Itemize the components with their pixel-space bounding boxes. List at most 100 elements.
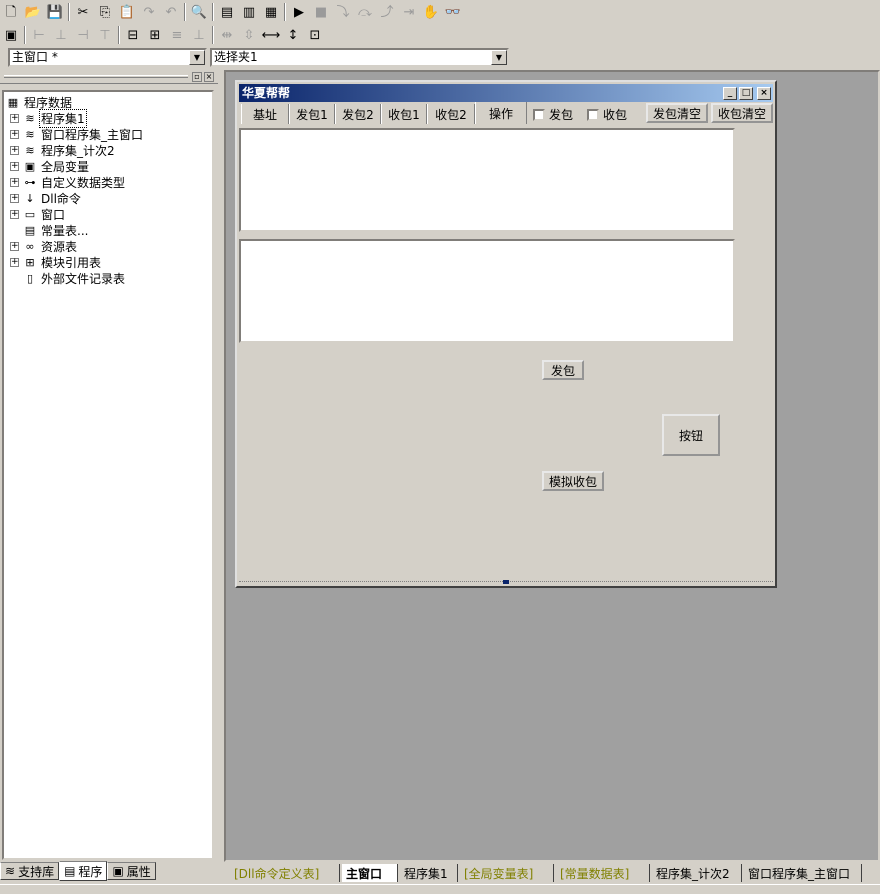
tree-item[interactable]: + ∞ 资源表 — [10, 238, 78, 254]
chevron-down-icon[interactable]: ▼ — [189, 50, 205, 65]
tab-recv1[interactable]: 收包1 — [381, 104, 427, 124]
form-designer-window[interactable]: 华夏帮帮 _ □ × 基址 发包1 发包2 收包1 收包2 操作 发包 收包 发… — [235, 80, 777, 588]
recv-textbox[interactable] — [239, 239, 735, 343]
expand-icon[interactable]: + — [10, 257, 19, 267]
expand-icon[interactable]: + — [10, 161, 19, 171]
send-button[interactable]: 发包 — [542, 360, 584, 380]
tree-item[interactable]: + ⊶ 自定义数据类型 — [10, 174, 126, 190]
simulate-recv-button[interactable]: 模拟收包 — [542, 471, 604, 491]
doc-tab[interactable]: [常量数据表] — [556, 864, 650, 882]
doc-tab[interactable]: [Dll命令定义表] — [230, 864, 340, 882]
step-over-icon[interactable]: ⤼ — [354, 1, 376, 23]
center-h-icon[interactable]: ⊟ — [122, 24, 144, 46]
maximize-icon[interactable]: □ — [739, 87, 753, 100]
clear-send-button[interactable]: 发包清空 — [646, 103, 708, 123]
layout-b-icon[interactable]: ▥ — [238, 1, 260, 23]
new-file-icon[interactable]: 🗋 — [0, 1, 22, 23]
undo-icon[interactable]: ↶ — [160, 1, 182, 23]
tree-item[interactable]: + ⊞ 模块引用表 — [10, 254, 102, 270]
tree-item-label: 窗口程序集_主窗口 — [41, 127, 144, 142]
same-size-icon[interactable]: ⊡ — [304, 24, 326, 46]
tab-send2[interactable]: 发包2 — [335, 104, 381, 124]
resize-handle[interactable] — [503, 580, 509, 584]
save-icon[interactable]: 💾 — [44, 1, 66, 23]
expand-icon[interactable]: + — [10, 193, 19, 203]
doc-tab[interactable]: 程序集1 — [400, 864, 458, 882]
tab-recv2[interactable]: 收包2 — [427, 104, 475, 124]
checkbox-box[interactable] — [533, 108, 545, 121]
panel-grip[interactable] — [4, 75, 188, 78]
align-right-icon[interactable]: ⊣ — [72, 24, 94, 46]
doc-tab[interactable]: [全局变量表] — [460, 864, 554, 882]
stop-icon[interactable]: ■ — [310, 1, 332, 23]
expand-icon[interactable]: + — [10, 241, 19, 251]
copy-icon[interactable]: ⎘ — [94, 1, 116, 23]
watch-icon[interactable]: 👓 — [442, 1, 464, 23]
chevron-down-icon[interactable]: ▼ — [491, 50, 507, 65]
align-top-icon[interactable]: ⊤ — [94, 24, 116, 46]
redo-icon[interactable]: ↷ — [138, 1, 160, 23]
tree-item[interactable]: ▯ 外部文件记录表 — [10, 270, 126, 286]
align-left-icon[interactable]: ⊢ — [28, 24, 50, 46]
window-selector-combo[interactable]: 主窗口 * ▼ — [8, 48, 207, 67]
run-to-cursor-icon[interactable]: ⇥ — [398, 1, 420, 23]
space-v-icon[interactable]: ⇳ — [238, 24, 260, 46]
generic-button[interactable]: 按钮 — [662, 414, 720, 456]
tree-item[interactable]: + ≋ 窗口程序集_主窗口 — [10, 126, 144, 142]
tab-program[interactable]: ▤ 程序 — [59, 861, 108, 881]
tree-item[interactable]: + ↓ Dll命令 — [10, 190, 82, 206]
expand-icon[interactable]: + — [10, 145, 19, 155]
recv-checkbox[interactable]: 收包 — [587, 106, 627, 123]
open-folder-icon[interactable]: 📂 — [22, 1, 44, 23]
expand-icon[interactable]: + — [10, 113, 19, 123]
cut-icon[interactable]: ✂ — [72, 1, 94, 23]
doc-tab[interactable]: 程序集_计次2 — [652, 864, 742, 882]
close-icon[interactable]: × — [204, 72, 214, 82]
tab-base-address[interactable]: 基址 — [241, 104, 289, 124]
step-into-icon[interactable]: ⤵ — [332, 1, 354, 23]
expand-icon[interactable]: + — [10, 209, 19, 219]
expand-icon[interactable]: + — [10, 129, 19, 139]
step-out-icon[interactable]: ⤴ — [376, 1, 398, 23]
button-label: 发包 — [550, 363, 575, 378]
tree-item[interactable]: + ▭ 窗口 — [10, 206, 66, 222]
tab-properties[interactable]: ▣ 属性 — [107, 862, 156, 880]
space-h-icon[interactable]: ⇹ — [216, 24, 238, 46]
tab-operation[interactable]: 操作 — [475, 102, 527, 124]
same-width-icon[interactable]: ⟷ — [260, 24, 282, 46]
tree-item[interactable]: + ≋ 程序集_计次2 — [10, 142, 116, 158]
align-center-icon[interactable]: ⊥ — [50, 24, 72, 46]
tree-item[interactable]: + ≋ 程序集1 — [10, 108, 87, 128]
layout-a-icon[interactable]: ▤ — [216, 1, 238, 23]
checkbox-box[interactable] — [587, 108, 599, 121]
send-textbox[interactable] — [239, 128, 735, 232]
tab-send1[interactable]: 发包1 — [289, 104, 335, 124]
tree-root[interactable]: ▦ 程序数据 — [6, 94, 73, 110]
send-checkbox[interactable]: 发包 — [533, 106, 573, 123]
doc-tab-label: 主窗口 — [346, 866, 383, 881]
tree-item[interactable]: + ▣ 全局变量 — [10, 158, 90, 174]
toolbar-separator — [68, 3, 70, 21]
component-selector-combo[interactable]: 选择夹1 ▼ — [210, 48, 509, 67]
layout-c-icon[interactable]: ▦ — [260, 1, 282, 23]
form-icon[interactable]: ▣ — [0, 24, 22, 46]
expand-icon[interactable]: + — [10, 177, 19, 187]
align-bottom-icon[interactable]: ⊥ — [188, 24, 210, 46]
minimize-icon[interactable]: _ — [723, 87, 737, 100]
tree-item[interactable]: ▤ 常量表... — [10, 222, 89, 238]
align-middle-icon[interactable]: ≡ — [166, 24, 188, 46]
run-icon[interactable]: ▶ — [288, 1, 310, 23]
panel-pin-icon[interactable]: ▫ — [192, 72, 202, 82]
clear-recv-button[interactable]: 收包清空 — [711, 103, 773, 123]
close-icon[interactable]: × — [757, 87, 771, 100]
tab-support-library[interactable]: ≋ 支持库 — [0, 862, 60, 880]
find-icon[interactable]: 🔍 — [188, 1, 210, 23]
breakpoint-hand-icon[interactable]: ✋ — [420, 1, 442, 23]
same-height-icon[interactable]: ↕ — [282, 24, 304, 46]
center-v-icon[interactable]: ⊞ — [144, 24, 166, 46]
tree-item-label: 自定义数据类型 — [41, 175, 126, 190]
doc-tab[interactable]: 主窗口 — [342, 864, 398, 882]
doc-tab[interactable]: 窗口程序集_主窗口 — [744, 864, 862, 882]
paste-icon[interactable]: 📋 — [116, 1, 138, 23]
form-title-bar[interactable]: 华夏帮帮 _ □ × — [239, 84, 773, 102]
